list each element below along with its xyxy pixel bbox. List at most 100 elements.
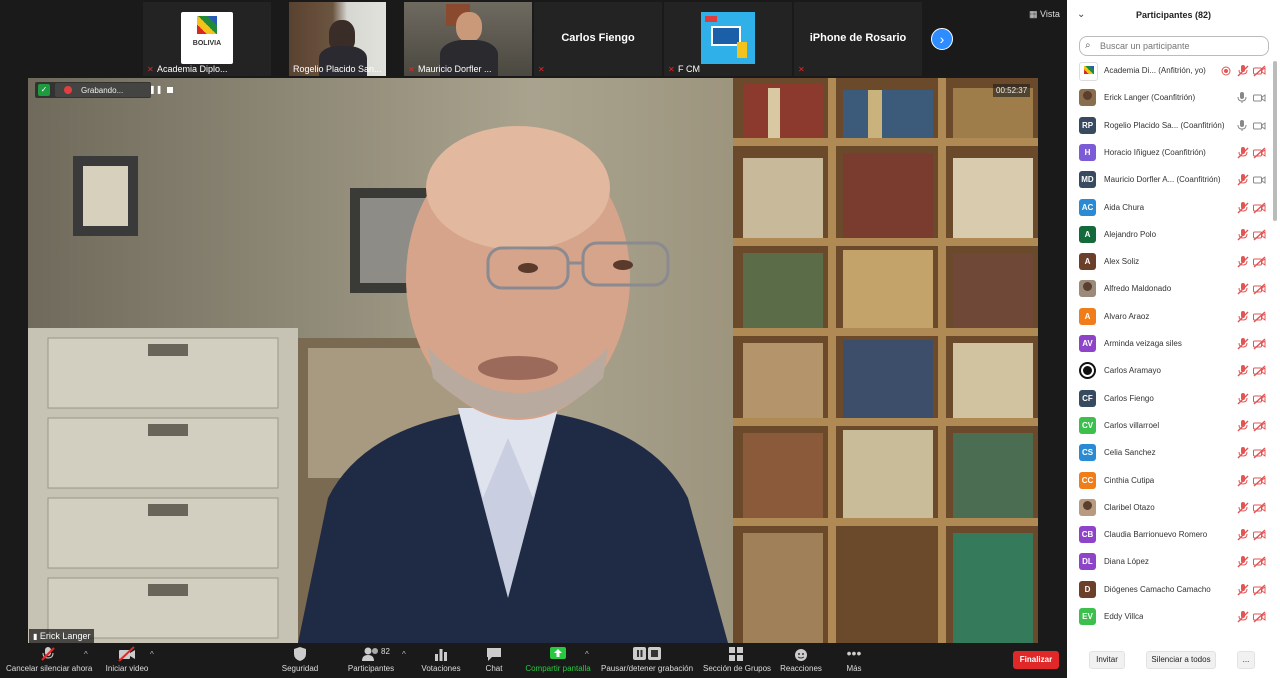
camera-off-icon[interactable] [1253, 419, 1266, 437]
mic-off-icon[interactable] [1237, 364, 1249, 382]
camera-off-icon[interactable] [1253, 446, 1266, 464]
reactions-button[interactable]: Reacciones [780, 646, 822, 673]
camera-off-icon[interactable] [1253, 201, 1266, 219]
mic-on-icon[interactable] [1237, 119, 1247, 137]
thumbnail-iphone-rosario[interactable]: iPhone de Rosario ✕ [794, 2, 922, 76]
participants-caret-icon[interactable]: ^ [402, 650, 406, 659]
mic-off-icon[interactable] [1237, 310, 1249, 328]
participant-row[interactable]: CS Celia Sanchez [1067, 441, 1272, 467]
camera-on-icon[interactable] [1253, 119, 1266, 137]
participant-row[interactable]: CB Claudia Barrionuevo Romero [1067, 523, 1272, 549]
more-options-button[interactable]: ... [1237, 651, 1255, 669]
scrollbar-thumb[interactable] [1273, 61, 1277, 221]
thumbnail-fcm[interactable]: ✕ F CM [664, 2, 792, 76]
camera-off-icon[interactable] [1253, 555, 1266, 573]
camera-off-icon[interactable] [1253, 310, 1266, 328]
bolivia-logo: BOLIVIA [181, 12, 233, 64]
mic-off-icon[interactable] [1237, 228, 1249, 246]
participant-row[interactable]: CF Carlos Fiengo [1067, 387, 1272, 413]
mic-off-icon[interactable] [1237, 610, 1249, 628]
mic-off-icon[interactable] [1237, 446, 1249, 464]
more-button[interactable]: ••• Más [842, 646, 866, 673]
audio-options-caret-icon[interactable]: ^ [84, 650, 88, 659]
next-page-arrow-icon[interactable]: › [931, 28, 953, 50]
mic-off-icon[interactable] [1237, 146, 1249, 164]
camera-off-icon[interactable] [1253, 282, 1266, 300]
mic-off-icon[interactable] [1237, 255, 1249, 273]
unmute-button[interactable]: Cancelar silenciar ahora [6, 646, 92, 673]
camera-off-icon[interactable] [1253, 228, 1266, 246]
participant-search[interactable]: ⌕ [1079, 36, 1269, 56]
participant-row[interactable]: EV Eddy Villca [1067, 605, 1272, 631]
search-input[interactable] [1098, 40, 1262, 52]
mic-off-icon[interactable] [1237, 392, 1249, 410]
participant-row[interactable]: Carlos Aramayo [1067, 359, 1272, 385]
participant-row[interactable]: MD Mauricio Dorfler A... (Coanfitrión) [1067, 168, 1272, 194]
participant-row[interactable]: RP Rogelio Placido Sa... (Coanfitrión) [1067, 114, 1272, 140]
camera-on-icon[interactable] [1253, 173, 1266, 191]
camera-off-icon[interactable] [1253, 146, 1266, 164]
mic-off-icon[interactable] [1237, 555, 1249, 573]
mic-off-icon[interactable] [1237, 173, 1249, 191]
video-options-caret-icon[interactable]: ^ [150, 650, 154, 659]
share-screen-button[interactable]: Compartir pantalla [524, 646, 592, 673]
thumbnail-carlos-fiengo[interactable]: Carlos Fiengo ✕ [534, 2, 662, 76]
mic-off-icon[interactable] [1237, 474, 1249, 492]
share-options-caret-icon[interactable]: ^ [585, 650, 589, 659]
mic-off-icon[interactable] [1237, 201, 1249, 219]
participant-row[interactable]: H Horacio Iñiguez (Coanfitrión) [1067, 141, 1272, 167]
mute-all-button[interactable]: Silenciar a todos [1146, 651, 1216, 669]
participant-row[interactable]: Claribel Otazo [1067, 496, 1272, 522]
camera-off-icon[interactable] [1253, 392, 1266, 410]
invite-button[interactable]: Invitar [1089, 651, 1125, 669]
security-button[interactable]: Seguridad [280, 646, 320, 673]
camera-off-icon[interactable] [1253, 364, 1266, 382]
thumbnail-mauricio[interactable]: ✕ Mauricio Dorfler ... [404, 2, 532, 76]
camera-off-icon[interactable] [1253, 64, 1266, 82]
camera-on-icon[interactable] [1253, 91, 1266, 109]
pause-stop-recording-button[interactable]: Pausar/detener grabación [601, 646, 693, 673]
start-video-button[interactable]: Iniciar video [104, 646, 150, 673]
camera-off-icon[interactable] [1253, 337, 1266, 355]
participant-row[interactable]: Erick Langer (Coanfitrión) [1067, 86, 1272, 112]
participant-row[interactable]: DL Diana López [1067, 550, 1272, 576]
breakout-rooms-button[interactable]: Sección de Grupos [703, 646, 771, 673]
participant-row[interactable]: Academia Di... (Anfitrión, yo) [1067, 59, 1272, 85]
mic-on-icon[interactable] [1237, 91, 1247, 109]
participant-row[interactable]: A Alvaro Araoz [1067, 305, 1272, 331]
thumbnail-academia[interactable]: BOLIVIA ✕ Academia Diplo... [143, 2, 271, 76]
main-speaker-video[interactable] [28, 78, 1038, 643]
mic-off-icon[interactable] [1237, 583, 1249, 601]
pause-recording-icon[interactable]: ❚❚ [149, 85, 163, 95]
participant-list-scrollbar[interactable] [1272, 59, 1278, 643]
participant-row[interactable]: AC Aida Chura [1067, 196, 1272, 222]
chat-button[interactable]: Chat [482, 646, 506, 673]
mic-off-icon[interactable] [1237, 528, 1249, 546]
participant-row[interactable]: CC Cinthia Cutipa [1067, 469, 1272, 495]
mic-off-icon[interactable] [1237, 337, 1249, 355]
camera-off-icon[interactable] [1253, 610, 1266, 628]
end-meeting-button[interactable]: Finalizar [1013, 651, 1059, 669]
mic-off-icon[interactable] [1237, 501, 1249, 519]
polls-button[interactable]: Votaciones [420, 646, 462, 673]
mic-off-icon[interactable] [1237, 64, 1249, 82]
participant-row[interactable]: A Alejandro Polo [1067, 223, 1272, 249]
stop-recording-icon[interactable] [167, 87, 173, 93]
camera-off-icon[interactable] [1253, 583, 1266, 601]
thumbnail-rogelio[interactable]: Rogelio Placido San... [289, 2, 386, 76]
mic-off-icon[interactable] [1237, 282, 1249, 300]
participant-row[interactable]: D Diógenes Camacho Camacho [1067, 578, 1272, 604]
camera-off-icon[interactable] [1253, 528, 1266, 546]
view-button[interactable]: ▦ Vista [1029, 9, 1060, 20]
camera-off-icon[interactable] [1253, 501, 1266, 519]
participant-row[interactable]: AV Arminda veizaga siles [1067, 332, 1272, 358]
record-dot-icon [64, 86, 72, 94]
camera-off-icon[interactable] [1253, 474, 1266, 492]
recording-pill[interactable]: Grabando... ❚❚ [55, 83, 173, 97]
participant-row[interactable]: Alfredo Maldonado [1067, 277, 1272, 303]
mic-off-icon[interactable] [1237, 419, 1249, 437]
signal-bars-icon: ▮ [33, 632, 38, 641]
participant-row[interactable]: CV Carlos villarroel [1067, 414, 1272, 440]
camera-off-icon[interactable] [1253, 255, 1266, 273]
participant-row[interactable]: A Alex Soliz [1067, 250, 1272, 276]
